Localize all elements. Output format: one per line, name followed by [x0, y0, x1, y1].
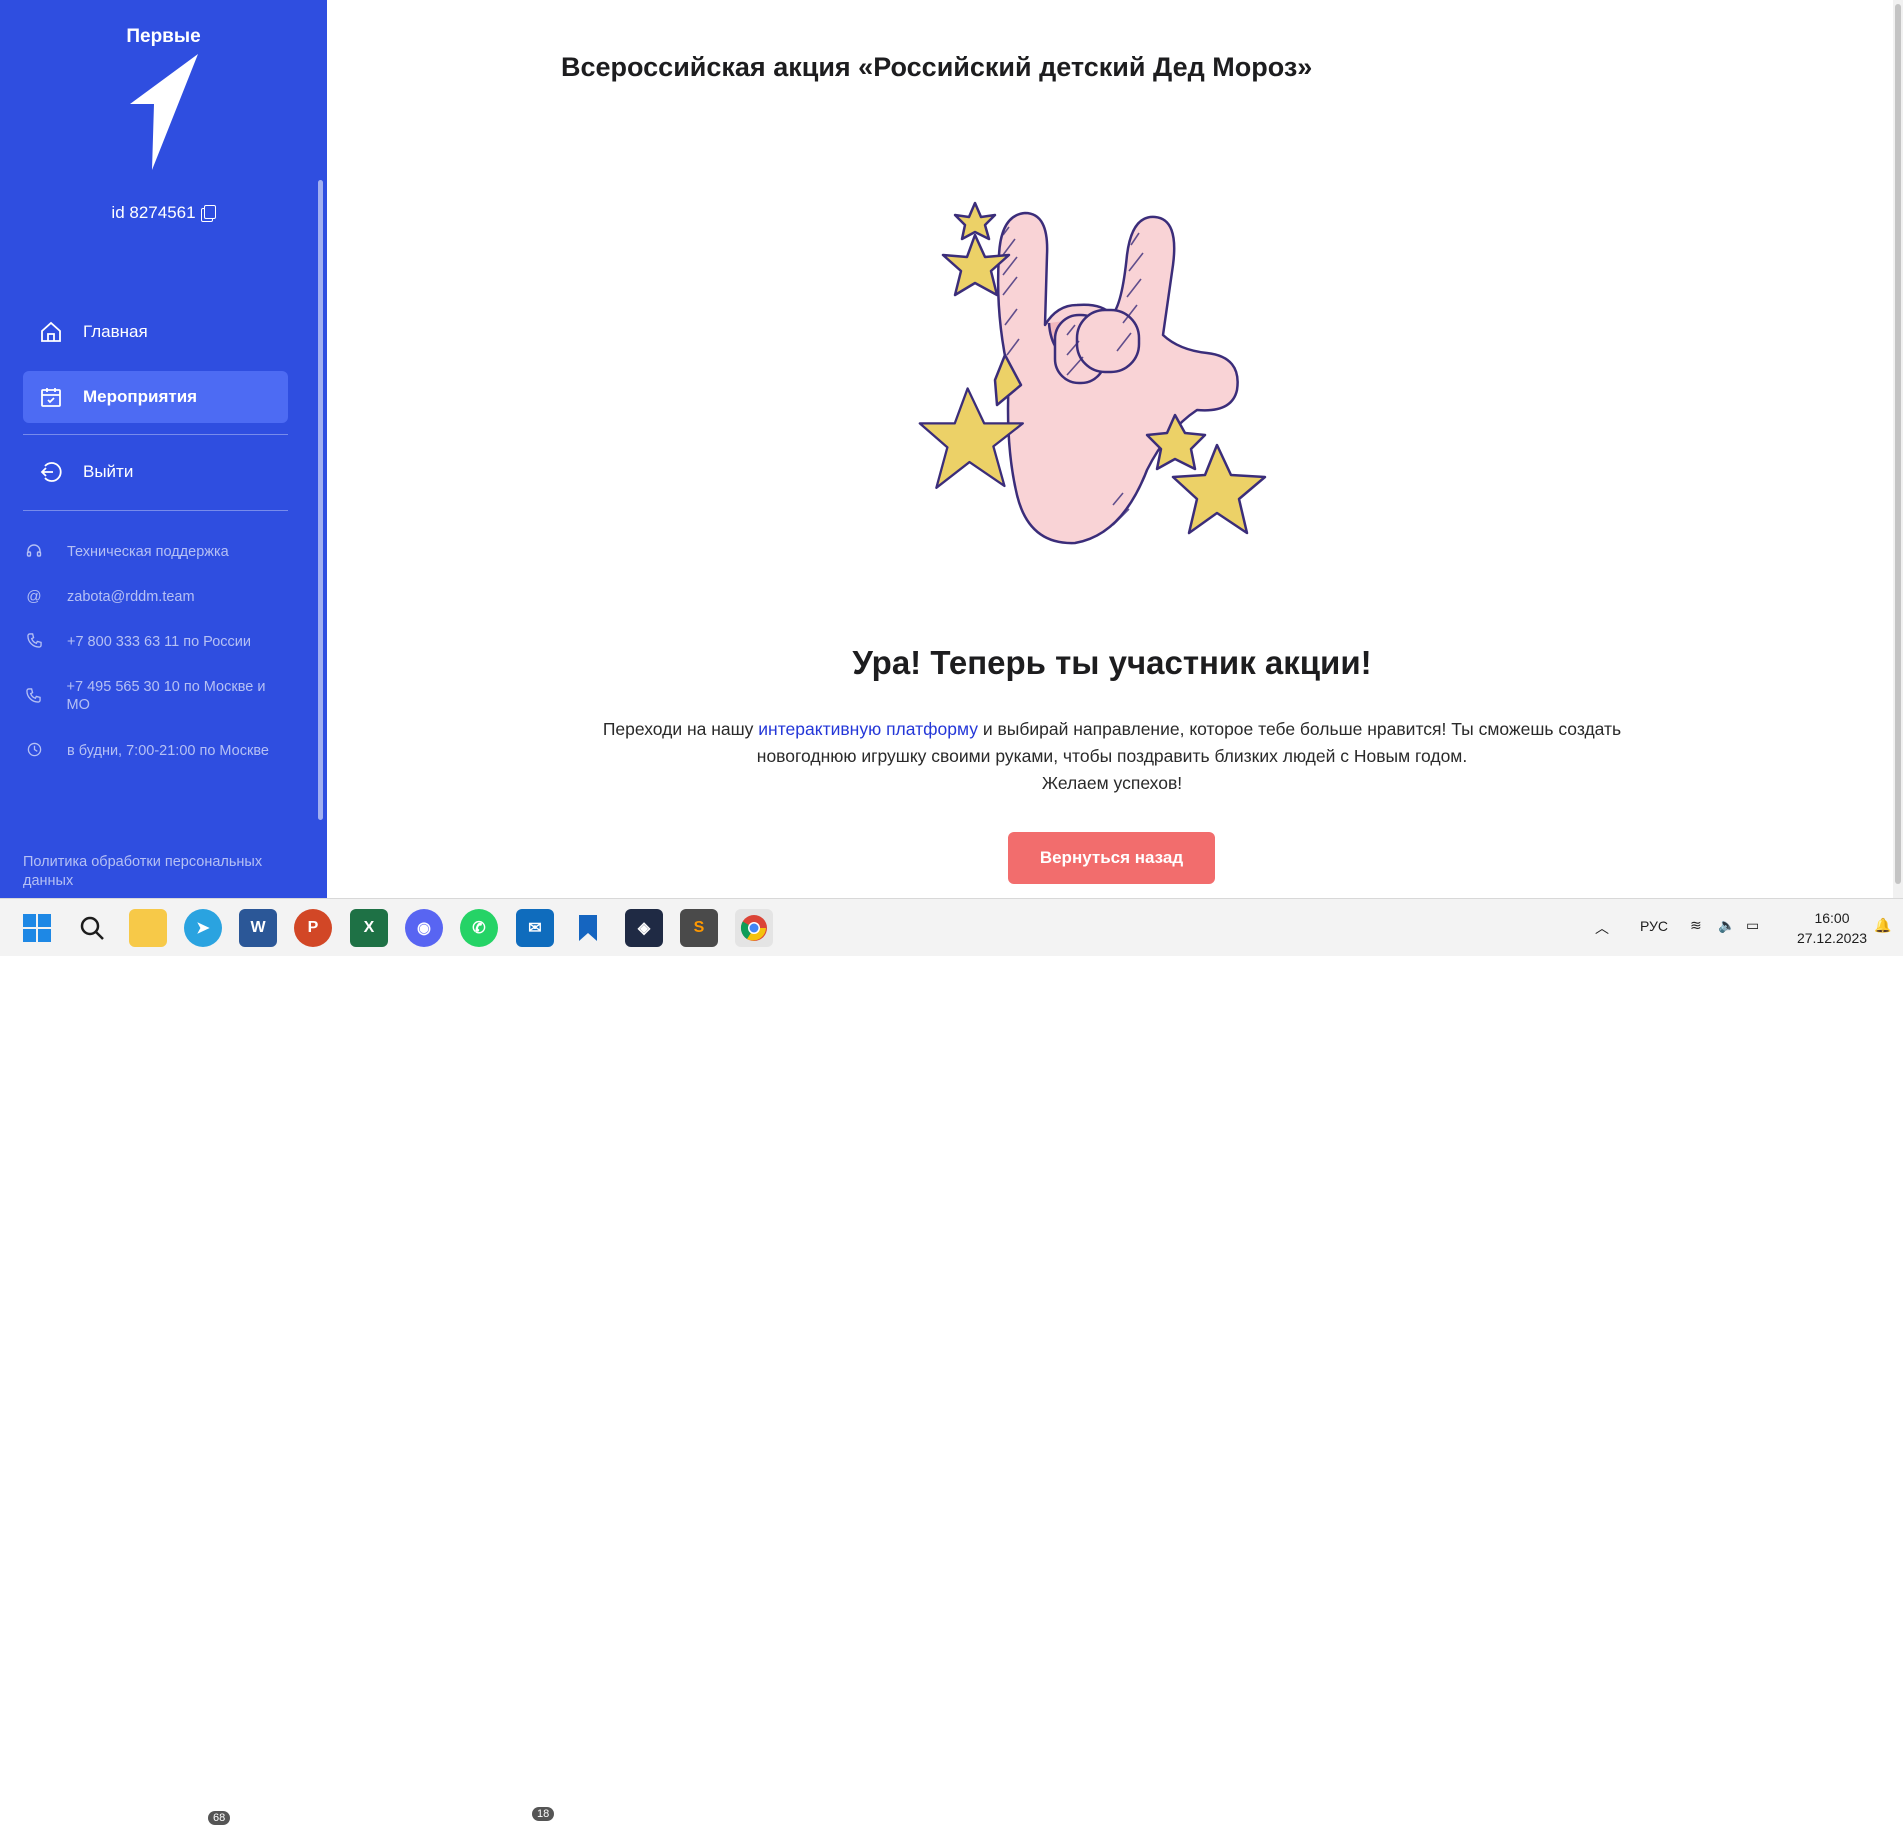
hours-item: в будни, 7:00-21:00 по Москве	[23, 742, 288, 762]
language-indicator[interactable]: РУС	[1640, 918, 1668, 934]
tray-overflow-icon[interactable]: ︿	[1595, 918, 1609, 938]
email-label: zabota@rddm.team	[67, 589, 195, 605]
discord-icon[interactable]: ◉	[405, 909, 443, 947]
user-id-text: id 8274561	[111, 203, 196, 222]
wifi-icon[interactable]: ≋	[1690, 917, 1702, 934]
wish-text: Желаем успехов!	[1041, 773, 1183, 793]
whatsapp-icon[interactable]: ✆	[460, 909, 498, 947]
logo-arrow-icon[interactable]	[128, 52, 200, 172]
sidebar-scrollbar[interactable]	[318, 180, 323, 820]
search-icon[interactable]	[73, 909, 111, 947]
mail-badge: 18	[532, 1807, 555, 1821]
rock-hand-illustration	[918, 201, 1267, 545]
page-scrollbar-thumb[interactable]	[1895, 4, 1901, 884]
telegram-badge: 68	[208, 1811, 231, 1825]
nav-events[interactable]: Мероприятия	[23, 371, 288, 423]
page-title: Всероссийская акция «Российский детский …	[561, 52, 1313, 82]
support-item[interactable]: Техническая поддержка	[23, 543, 288, 564]
excel-icon[interactable]: X	[350, 909, 388, 947]
phone-icon	[23, 688, 45, 708]
start-icon[interactable]	[18, 909, 56, 947]
calendar-icon	[39, 385, 63, 409]
nav-divider	[23, 434, 288, 435]
main-content: Всероссийская акция «Российский детский …	[327, 0, 1903, 898]
page-scrollbar[interactable]	[1893, 0, 1903, 898]
logout-icon	[39, 460, 63, 484]
nav-logout-label: Выйти	[83, 462, 134, 481]
clock-time: 16:00	[1814, 910, 1850, 926]
phone-icon	[23, 633, 45, 653]
headset-icon	[23, 543, 45, 564]
nav-home-label: Главная	[83, 322, 148, 341]
clock-icon	[23, 742, 45, 762]
privacy-policy-link[interactable]: Политика обработки персональных данных	[23, 853, 288, 891]
phone-russia-label: +7 800 333 63 11 по России	[67, 634, 251, 650]
info-paragraph: Переходи на нашу интерактивную платформу…	[577, 716, 1647, 797]
phone-moscow-label: +7 495 565 30 10 по Москве и МО	[66, 679, 266, 713]
sublime-icon[interactable]: S	[680, 909, 718, 947]
file-explorer-icon[interactable]	[129, 909, 167, 947]
bookmark-icon[interactable]	[569, 909, 607, 947]
user-id: id 8274561	[0, 203, 327, 223]
platform-link[interactable]: интерактивную платформу	[758, 719, 978, 739]
taskbar: ➤ 68 W P X ◉ ✆ ✉ 18 ◈ S ︿ РУС ≋ 🔈 ▭ 🔔	[0, 898, 1903, 1825]
mail-icon[interactable]: ✉	[516, 909, 554, 947]
davinci-icon[interactable]: ◈	[625, 909, 663, 947]
brand-name: Первые	[126, 26, 201, 47]
clock-date: 27.12.2023	[1796, 930, 1868, 946]
copy-icon[interactable]	[203, 205, 216, 219]
back-button[interactable]: Вернуться назад	[1008, 832, 1215, 884]
powerpoint-icon[interactable]: P	[294, 909, 332, 947]
at-icon: @	[26, 588, 42, 605]
sidebar: Первые id 8274561 Главная Мероприятия Вы…	[0, 0, 327, 898]
email-item[interactable]: @ zabota@rddm.team	[23, 588, 288, 606]
nav-events-label: Мероприятия	[83, 387, 198, 406]
success-headline: Ура! Теперь ты участник акции!	[852, 644, 1372, 681]
paragraph-text-start: Переходи на нашу	[602, 719, 759, 739]
word-icon[interactable]: W	[239, 909, 277, 947]
battery-icon[interactable]: ▭	[1746, 917, 1759, 934]
nav-logout[interactable]: Выйти	[23, 446, 288, 498]
chrome-icon[interactable]	[735, 909, 773, 947]
telegram-icon[interactable]: ➤	[184, 909, 222, 947]
support-label: Техническая поддержка	[67, 544, 229, 560]
hours-label: в будни, 7:00-21:00 по Москве	[67, 743, 269, 759]
volume-icon[interactable]: 🔈	[1718, 917, 1735, 934]
nav-home[interactable]: Главная	[23, 306, 288, 358]
phone-russia-item[interactable]: +7 800 333 63 11 по России	[23, 633, 288, 653]
info-divider	[23, 510, 288, 511]
home-icon	[39, 320, 63, 344]
phone-moscow-item[interactable]: +7 495 565 30 10 по Москве и МО	[23, 678, 288, 714]
system-clock[interactable]: 16:00 27.12.2023	[1782, 908, 1882, 948]
